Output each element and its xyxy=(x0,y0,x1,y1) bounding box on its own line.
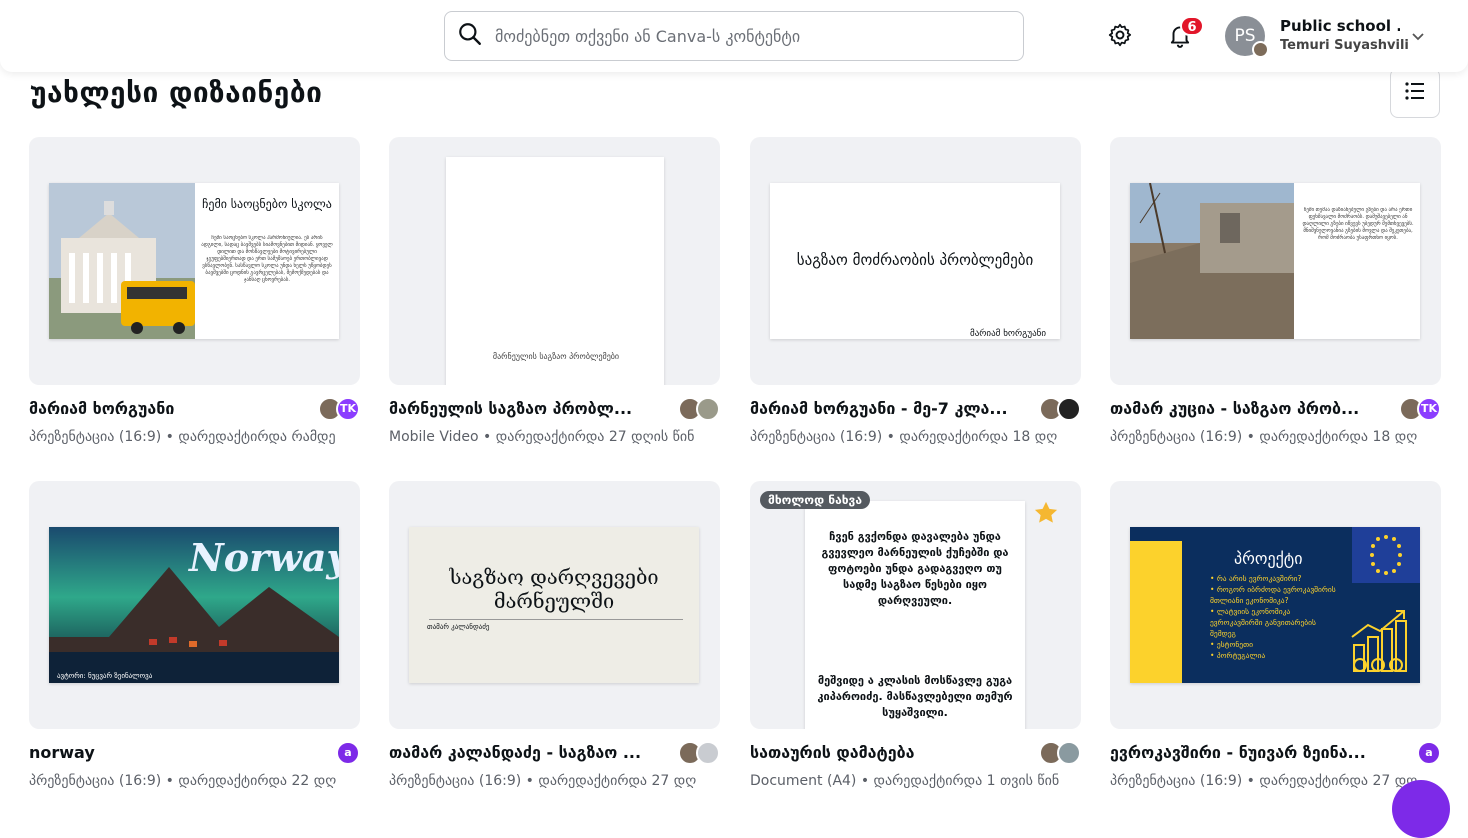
slide-bullet: • ლატვიის ეკონომიკა ევროკავშირში განვითა… xyxy=(1210,607,1316,638)
slide-title: საგზაო მოძრაობის პრობლემები xyxy=(796,251,1034,269)
gear-icon[interactable] xyxy=(1105,20,1135,50)
slide-preview: ჩემი საოცნებო სკოლა ჩემი საოცნებო სკოლა … xyxy=(49,183,339,339)
view-only-badge: მხოლოდ ნახვა xyxy=(760,491,870,509)
design-thumbnail[interactable]: Norway ავტორი: ნუცვარ ზეინალოვა xyxy=(29,481,360,729)
design-title[interactable]: სათაურის დამატება xyxy=(750,743,1020,762)
collaborators: a xyxy=(1417,741,1441,765)
design-thumbnail[interactable]: მარნეულის საგზაო პრობლემები xyxy=(389,137,720,385)
account-user-name[interactable]: Temuri Suyashvili xyxy=(1280,38,1409,53)
design-meta: პრეზენტაცია (16:9) • დარედაქტირდა 18 დღ xyxy=(750,429,1058,445)
top-bar: 6 PS Public school ... Temuri Suyashvili xyxy=(0,0,1468,72)
design-meta: პრეზენტაცია (16:9) • დარედაქტირდა 22 დღ xyxy=(29,773,337,789)
design-card[interactable]: ჩემი თემაა დაზიანებული გზები და არა ერთი… xyxy=(1110,137,1441,445)
design-title[interactable]: მარნეულის საგზაო პრობლ... xyxy=(389,399,659,418)
design-thumbnail[interactable]: მხოლოდ ნახვა ჩვენ გვქონდა დავალება უნდა … xyxy=(750,481,1081,729)
collaborators xyxy=(1039,397,1081,421)
help-button[interactable] xyxy=(1392,780,1450,838)
slide-preview: მარნეულის საგზაო პრობლემები xyxy=(446,157,664,385)
list-view-button[interactable] xyxy=(1390,68,1440,118)
account-team-name[interactable]: Public school ... xyxy=(1280,17,1400,35)
finance-chart-icon xyxy=(1348,607,1412,681)
design-card[interactable]: ჩემი საოცნებო სკოლა ჩემი საოცნებო სკოლა … xyxy=(29,137,360,445)
slide-preview: ჩვენ გვქონდა დავალება უნდა გვევლეო მარნე… xyxy=(805,501,1025,729)
street-photo xyxy=(1130,183,1294,339)
slide-preview: პროექტი • რა არის ევროკავშირი? • როგორ ი… xyxy=(1130,527,1420,683)
search-input[interactable] xyxy=(495,26,995,46)
design-meta: Mobile Video • დარედაქტირდა 27 დღის წინ xyxy=(389,429,695,445)
design-thumbnail[interactable]: საგზაო მოძრაობის პრობლემები მარიამ ხორგუ… xyxy=(750,137,1081,385)
slide-body: ჩემი თემაა დაზიანებული გზები და არა ერთი… xyxy=(1302,207,1414,241)
avatar xyxy=(696,397,720,421)
design-thumbnail[interactable]: ჩემი საოცნებო სკოლა ჩემი საოცნებო სკოლა … xyxy=(29,137,360,385)
collaborators: TK xyxy=(1399,397,1441,421)
design-thumbnail[interactable]: პროექტი • რა არის ევროკავშირი? • როგორ ი… xyxy=(1110,481,1441,729)
avatar[interactable]: PS xyxy=(1225,16,1269,58)
slide-preview: საგზაო მოძრაობის პრობლემები მარიამ ხორგუ… xyxy=(770,183,1060,339)
design-card[interactable]: მარნეულის საგზაო პრობლემები მარნეულის სა… xyxy=(389,137,720,445)
slide-bullet: • როგორ იბრძოდა ევროკავშირის მთლიანი ეკო… xyxy=(1210,585,1336,605)
design-title[interactable]: ევროკავშირი - ნუივარ ზეინა... xyxy=(1110,743,1380,762)
avatar xyxy=(1057,741,1081,765)
collaborators xyxy=(678,741,720,765)
design-card[interactable]: მხოლოდ ნახვა ჩვენ გვქონდა დავალება უნდა … xyxy=(750,481,1081,789)
design-meta: პრეზენტაცია (16:9) • დარედაქტირდა 27 დღ xyxy=(389,773,697,789)
star-icon[interactable] xyxy=(1032,499,1060,531)
design-title[interactable]: norway xyxy=(29,743,299,762)
slide-preview: ჩემი თემაა დაზიანებული გზები და არა ერთი… xyxy=(1130,183,1420,339)
design-title[interactable]: მარიამ ხორგუანი xyxy=(29,399,299,418)
eu-flag-icon xyxy=(1352,527,1420,583)
section-title: უახლესი დიზაინები xyxy=(30,76,323,109)
slide-title: ჩემი საოცნებო სკოლა xyxy=(202,197,332,211)
design-meta: პრეზენტაცია (16:9) • დარედაქტირდა 18 დღ xyxy=(1110,429,1418,445)
collaborators: TK xyxy=(318,397,360,421)
avatar: a xyxy=(336,741,360,765)
slide-bullet: • პორტუგალია xyxy=(1210,651,1266,660)
search-icon xyxy=(457,21,483,51)
slide-body: ჩემი საოცნებო სკოლა ჰარმონიულია. ეს არის… xyxy=(201,235,333,283)
design-thumbnail[interactable]: ჩემი თემაა დაზიანებული გზები და არა ერთი… xyxy=(1110,137,1441,385)
search-box[interactable] xyxy=(444,11,1024,61)
slide-author: ავტორი: ნუცვარ ზეინალოვა xyxy=(57,672,153,680)
avatar xyxy=(696,741,720,765)
slide-bullets: • რა არის ევროკავშირი? • როგორ იბრძოდა ე… xyxy=(1210,573,1340,661)
slide-bullet: • ესტონეთი xyxy=(1210,640,1253,649)
design-title[interactable]: თამარ კალანდაძე - საგზაო ... xyxy=(389,743,659,762)
design-thumbnail[interactable]: საგზაო დარღვევები მარნეულში თამარ კალანდ… xyxy=(389,481,720,729)
slide-title: საგზაო დარღვევები მარნეულში xyxy=(449,565,659,613)
yellow-bar xyxy=(1130,541,1182,683)
slide-author: მარიამ ხორგუანი xyxy=(970,329,1047,339)
design-title[interactable]: მარიამ ხორგუანი - მე-7 კლა... xyxy=(750,399,1020,418)
list-view-icon xyxy=(1404,80,1426,106)
notification-count-badge: 6 xyxy=(1180,16,1204,36)
slide-paragraph: მეშვიდე ა კლასის მოსწავლე გუგა კიპაროიძე… xyxy=(817,674,1013,719)
avatar: TK xyxy=(336,397,360,421)
slide-title: Norway xyxy=(189,535,339,580)
slide-paragraph: ჩვენ გვქონდა დავალება უნდა გვევლეო მარნე… xyxy=(821,530,1009,607)
avatar: a xyxy=(1417,741,1441,765)
design-meta: პრეზენტაცია (16:9) • დარედაქტირდა 27 დღ xyxy=(1110,773,1418,789)
slide-title: პროექტი xyxy=(1234,549,1303,568)
collaborators xyxy=(678,397,720,421)
chevron-down-icon[interactable] xyxy=(1410,28,1426,48)
design-title[interactable]: თამარ კუცია - საზგაო პრობ... xyxy=(1110,399,1380,418)
design-meta: Document (A4) • დარედაქტირდა 1 თვის წინ xyxy=(750,773,1060,789)
design-meta: პრეზენტაცია (16:9) • დარედაქტირდა რამდე xyxy=(29,429,336,445)
slide-preview: საგზაო დარღვევები მარნეულში თამარ კალანდ… xyxy=(409,527,699,683)
avatar xyxy=(1057,397,1081,421)
slide-preview: Norway ავტორი: ნუცვარ ზეინალოვა xyxy=(49,527,339,683)
avatar-initials: PS xyxy=(1234,26,1256,46)
design-card[interactable]: საგზაო მოძრაობის პრობლემები მარიამ ხორგუ… xyxy=(750,137,1081,445)
avatar: TK xyxy=(1417,397,1441,421)
collaborators xyxy=(1039,741,1081,765)
slide-bullet: • რა არის ევროკავშირი? xyxy=(1210,574,1302,583)
design-card[interactable]: პროექტი • რა არის ევროკავშირი? • როგორ ი… xyxy=(1110,481,1441,789)
school-photo xyxy=(49,183,195,339)
slide-text: მარნეულის საგზაო პრობლემები xyxy=(492,352,620,361)
divider xyxy=(429,619,683,620)
design-card[interactable]: Norway ავტორი: ნუცვარ ზეინალოვა norway a… xyxy=(29,481,360,789)
team-avatar-mini xyxy=(1252,41,1269,58)
design-card[interactable]: საგზაო დარღვევები მარნეულში თამარ კალანდ… xyxy=(389,481,720,789)
slide-author: თამარ კალანდაძე xyxy=(427,623,490,631)
collaborators: a xyxy=(336,741,360,765)
